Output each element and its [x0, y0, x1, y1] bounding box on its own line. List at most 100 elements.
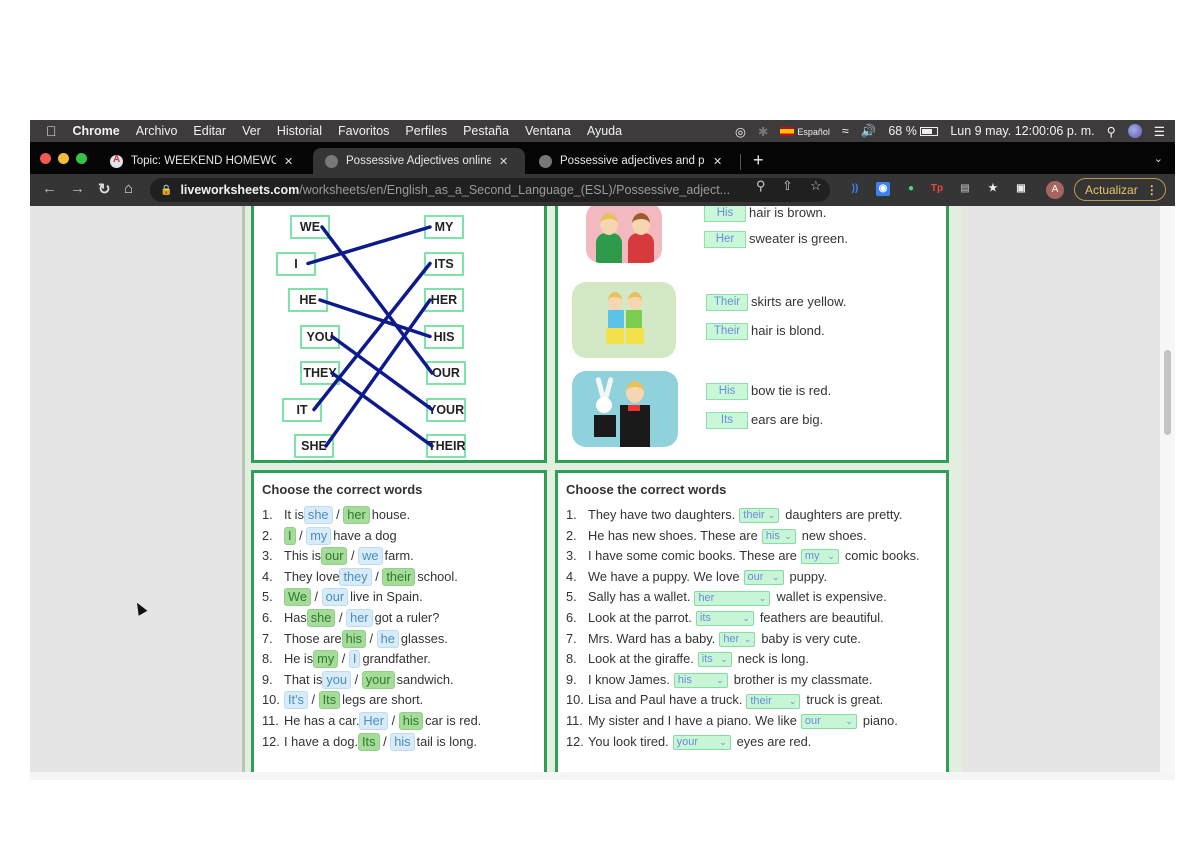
word-option[interactable]: my — [313, 650, 339, 669]
forward-button[interactable]: → — [70, 180, 85, 197]
extension-document-icon[interactable]: ▤ — [958, 182, 972, 196]
match-right-word[interactable]: OUR — [426, 361, 466, 385]
menu-item[interactable]: Editar — [193, 124, 226, 138]
focus-icon[interactable]: ◎ — [735, 124, 746, 139]
answer-box[interactable]: His — [704, 206, 746, 222]
close-window-button[interactable] — [40, 153, 51, 164]
answer-dropdown[interactable]: her ⌄ — [719, 631, 756, 647]
answer-box[interactable]: His — [706, 383, 748, 400]
tab-possessive-adjectives-pronouns[interactable]: Possessive adjectives and pron ✕ — [527, 148, 739, 174]
side-panel-icon[interactable]: ▣ — [1014, 182, 1028, 196]
word-option[interactable]: his — [390, 732, 415, 751]
match-left-word[interactable]: THEY — [300, 361, 340, 385]
word-option[interactable]: you — [322, 670, 352, 689]
extension-readaloud-icon[interactable]: )) — [848, 182, 862, 196]
siri-icon[interactable] — [1127, 124, 1142, 138]
address-bar[interactable]: 🔒 liveworksheets.com/worksheets/en/Engli… — [150, 178, 830, 202]
bluetooth-icon[interactable]: ✱ — [758, 124, 768, 139]
match-right-word[interactable]: MY — [424, 215, 464, 239]
close-tab-icon[interactable]: ✕ — [499, 155, 508, 168]
bookmark-star-icon[interactable]: ☆ — [810, 178, 822, 194]
word-option[interactable]: Its — [318, 691, 341, 710]
input-source[interactable]: Español — [780, 124, 830, 138]
word-option[interactable]: our — [320, 547, 348, 566]
answer-dropdown[interactable]: his ⌄ — [673, 672, 728, 688]
word-option[interactable]: I — [284, 526, 296, 545]
answer-dropdown[interactable]: its ⌄ — [697, 652, 732, 668]
word-option[interactable]: We — [284, 588, 311, 607]
new-tab-button[interactable]: + — [753, 150, 764, 171]
zoom-window-button[interactable] — [76, 153, 87, 164]
word-option[interactable]: our — [321, 588, 349, 607]
match-right-word[interactable]: YOUR — [426, 397, 466, 422]
menu-item[interactable]: Historial — [277, 124, 322, 138]
menu-item[interactable]: Ver — [242, 124, 261, 138]
zoom-icon[interactable]: ⚲ — [756, 178, 766, 194]
answer-box[interactable]: Their — [706, 323, 748, 340]
word-option[interactable]: Its — [358, 732, 380, 751]
word-option[interactable]: my — [306, 526, 332, 545]
match-left-word[interactable]: WE — [290, 215, 330, 239]
apple-menu-icon[interactable]:  — [46, 123, 57, 139]
match-right-word[interactable]: THEIR — [426, 434, 466, 458]
spotlight-search-icon[interactable]: ⚲ — [1107, 124, 1116, 139]
match-left-word[interactable]: YOU — [300, 324, 340, 349]
word-option[interactable]: his — [398, 712, 424, 730]
answer-dropdown[interactable]: our ⌄ — [800, 714, 857, 730]
close-tab-icon[interactable]: ✕ — [713, 155, 722, 168]
profile-avatar[interactable]: A — [1046, 181, 1064, 199]
clock[interactable]: Lun 9 may. 12:00:06 p. m. — [950, 124, 1094, 138]
minimize-window-button[interactable] — [58, 153, 69, 164]
tab-possessive-adjectives-online[interactable]: Possessive Adjectives online e ✕ — [313, 148, 525, 174]
word-option[interactable]: he — [376, 629, 399, 648]
word-option[interactable]: your — [361, 670, 395, 689]
word-option[interactable]: they — [339, 567, 372, 586]
word-option[interactable]: I — [348, 650, 361, 669]
answer-box[interactable]: Their — [706, 294, 748, 311]
home-button[interactable]: ⌂ — [124, 180, 133, 197]
menu-item[interactable]: Ventana — [525, 124, 571, 138]
match-left-word[interactable]: SHE — [294, 434, 334, 458]
answer-dropdown[interactable]: my ⌄ — [800, 549, 839, 565]
extension-grammar-icon[interactable]: ● — [904, 182, 918, 196]
match-right-word[interactable]: HIS — [424, 324, 464, 349]
answer-dropdown[interactable]: their ⌄ — [746, 693, 801, 709]
more-menu-icon[interactable]: ⋮ — [1146, 183, 1158, 197]
vertical-scrollbar[interactable] — [1160, 206, 1175, 772]
scrollbar-thumb[interactable] — [1164, 350, 1171, 435]
match-left-word[interactable]: I — [276, 251, 316, 276]
word-option[interactable]: his — [341, 629, 366, 648]
share-icon[interactable]: ⇧ — [782, 178, 793, 194]
answer-dropdown[interactable]: his ⌄ — [761, 528, 796, 544]
word-option[interactable]: their — [382, 567, 416, 586]
horizontal-scrollbar[interactable] — [30, 772, 1175, 780]
word-option[interactable]: we — [358, 547, 383, 566]
wifi-icon[interactable]: ≈ — [842, 124, 849, 138]
word-option[interactable]: her — [346, 609, 373, 627]
control-center-icon[interactable]: ☰ — [1154, 124, 1165, 139]
answer-box[interactable]: Its — [706, 412, 748, 429]
match-left-word[interactable]: HE — [288, 288, 328, 312]
answer-dropdown[interactable]: her ⌄ — [694, 590, 771, 606]
menu-item[interactable]: Archivo — [136, 124, 178, 138]
word-option[interactable]: Her — [359, 712, 389, 730]
extensions-puzzle-icon[interactable]: ✭ — [986, 182, 1000, 196]
menu-item[interactable]: Pestaña — [463, 124, 509, 138]
match-right-word[interactable]: HER — [424, 288, 464, 312]
answer-dropdown[interactable]: its ⌄ — [695, 611, 754, 627]
lock-icon[interactable]: 🔒 — [160, 185, 172, 196]
match-right-word[interactable]: ITS — [424, 251, 464, 276]
close-tab-icon[interactable]: ✕ — [284, 155, 293, 168]
answer-dropdown[interactable]: our ⌄ — [743, 569, 784, 585]
tab-weekend-homework[interactable]: Topic: WEEKEND HOMEWORK ✕ — [98, 148, 313, 174]
tab-search-chevron-icon[interactable]: ⌄ — [1154, 152, 1163, 165]
answer-dropdown[interactable]: their ⌄ — [739, 508, 780, 524]
back-button[interactable]: ← — [42, 180, 57, 197]
battery-status[interactable]: 68 % — [888, 124, 939, 138]
match-left-word[interactable]: IT — [282, 397, 322, 422]
menu-app-name[interactable]: Chrome — [73, 124, 120, 138]
word-option[interactable]: she — [303, 506, 333, 524]
answer-box[interactable]: Her — [704, 231, 746, 248]
menu-item[interactable]: Ayuda — [587, 124, 622, 138]
extension-tp-icon[interactable]: Tp — [930, 182, 944, 196]
